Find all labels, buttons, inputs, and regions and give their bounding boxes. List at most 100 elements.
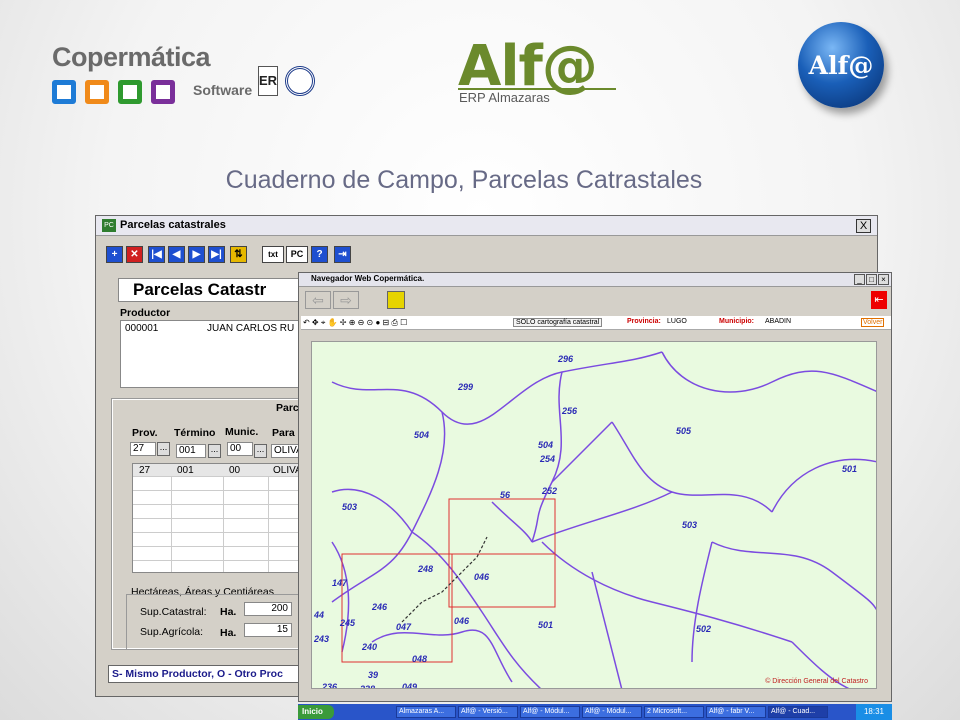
back-arrow-icon[interactable]: ⇦ [305,291,331,309]
parcel-label: 501 [842,464,858,474]
sort-button[interactable]: ⇅ [230,246,247,263]
taskbar-item[interactable]: Alf@ - Versió... [458,706,518,718]
table-row[interactable] [133,478,306,491]
refresh-icon[interactable] [387,291,405,309]
prov-lookup-button[interactable]: ... [157,442,170,456]
window-titlebar[interactable]: PC Parcelas catastrales X [96,216,877,236]
parcel-label: 236 [322,682,338,689]
copermatica-logo-squares [52,80,175,104]
export-txt-button[interactable]: txt [262,246,284,263]
parcel-label: 44 [314,610,325,620]
munic-input[interactable]: 00 [227,442,253,456]
navegador-window: Navegador Web Copermática. _ □ × ⇦ ⇨ ⇤ ↶… [298,272,892,702]
parcelas-section-label: Parc [276,402,299,414]
parcel-label: 296 [558,354,574,364]
table-row[interactable] [133,548,306,561]
parcel-label: 240 [362,642,378,652]
parcel-label: 299 [458,382,474,392]
parcel-label: 503 [342,502,358,512]
parcel-label: 046 [474,572,490,582]
map-tools-icon[interactable]: ↶ ✥ ⌖ ✋ ✢ ⊕ ⊖ ⊙ ● ⊟ ⎙ ☐ [303,318,407,328]
taskbar-item[interactable]: Almazaras A... [396,706,456,718]
table-row[interactable] [133,492,306,505]
taskbar-item[interactable]: Alf@ - Módul... [582,706,642,718]
next-record-button[interactable]: ▶ [188,246,205,263]
parcel-label: 503 [682,520,698,530]
copermatica-software-label: Software [193,82,253,98]
termino-lookup-button[interactable]: ... [208,444,221,458]
taskbar-item[interactable]: Alf@ - fabr V... [706,706,766,718]
parcel-label: 047 [396,622,412,632]
alfa-badge-icon: Alf@ [798,22,884,108]
provincia-value: LUGO [667,318,687,325]
row-termino: 001 [177,465,194,476]
restore-button[interactable]: □ [866,274,877,285]
parcel-label: 245 [340,618,356,628]
prov-input[interactable]: 27 [130,442,156,456]
termino-input[interactable]: 001 [176,444,206,458]
taskbar-item[interactable]: Alf@ - Cuad... [768,706,828,718]
page-title: Cuaderno de Campo, Parcelas Catrastales [225,166,703,194]
map-canvas [331,351,876,688]
logo-square-orange [85,80,109,104]
table-row[interactable] [133,520,306,533]
forward-arrow-icon[interactable]: ⇨ [333,291,359,309]
productor-code: 000001 [125,323,159,334]
volver-link[interactable]: Volver [861,318,885,327]
navegador-close-button[interactable]: × [878,274,889,285]
first-record-button[interactable]: |◀ [148,246,165,263]
navegador-titlebar[interactable]: Navegador Web Copermática. _ □ × [299,273,891,287]
parcel-label: 505 [676,426,692,436]
help-button[interactable]: ? [311,246,328,263]
status-line: S- Mismo Productor, O - Otro Proc [108,665,313,683]
taskbar-item[interactable]: 2 Microsoft... [644,706,704,718]
parcel-label: 502 [696,624,712,634]
minimize-button[interactable]: _ [854,274,865,285]
parcel-label: 248 [418,564,434,574]
close-button[interactable]: X [856,219,871,233]
logo-square-purple [151,80,175,104]
productor-list[interactable]: 000001 JUAN CARLOS RU [120,320,305,388]
last-record-button[interactable]: ▶| [208,246,225,263]
ha-label-agricola: Ha. [220,627,237,639]
parcel-label: 048 [412,654,428,664]
logo-square-blue [52,80,76,104]
productor-label: Productor [120,307,171,319]
row-prov: 27 [139,465,151,476]
taskbar-item[interactable]: Alf@ - Módul... [520,706,580,718]
logo-square-green [118,80,142,104]
cadastral-map[interactable]: 296 299 504 256 505 504 254 501 252 56 5… [311,341,877,689]
window-title: Parcelas catastrales [120,219,226,231]
termino-label: Término [174,427,216,439]
parcel-label: 56 [500,490,511,500]
provincia-label: Provincia: [627,318,661,325]
delete-button[interactable]: ✕ [126,246,143,263]
exit-button[interactable]: ⇥ [334,246,351,263]
ha-label-catastral: Ha. [220,606,237,618]
window-app-icon: PC [102,219,116,232]
windows-taskbar: Inicio Almazaras A... Alf@ - Versió... A… [298,704,892,720]
prev-record-button[interactable]: ◀ [168,246,185,263]
parcel-label: 252 [542,486,558,496]
table-row[interactable] [133,506,306,519]
sup-agricola-ha-input[interactable]: 15 [244,623,292,637]
table-row[interactable] [133,534,306,547]
munic-lookup-button[interactable]: ... [254,444,267,458]
exit-door-icon[interactable]: ⇤ [871,291,887,309]
start-button[interactable]: Inicio [298,705,334,719]
parcelas-table[interactable]: 27 001 00 OLIVA [132,463,307,573]
add-button[interactable]: + [106,246,123,263]
row-munic: 00 [229,465,241,476]
table-row[interactable]: 27 001 00 OLIVA [133,464,306,477]
pc-button[interactable]: PC [286,246,308,263]
parcel-label: 046 [454,616,470,626]
sup-agricola-label: Sup.Agrícola: [140,626,204,638]
system-clock: 18:31 [856,704,892,720]
para-label: Para [272,427,295,439]
sup-catastral-label: Sup.Catastral: [140,606,207,618]
municipio-label: Municipio: [719,318,754,325]
parcel-label: 049 [402,682,418,689]
certification-seal-icon [285,66,315,96]
sup-catastral-ha-input[interactable]: 200 [244,602,292,616]
layer-select[interactable]: SOLO cartografía catastral [513,318,603,327]
